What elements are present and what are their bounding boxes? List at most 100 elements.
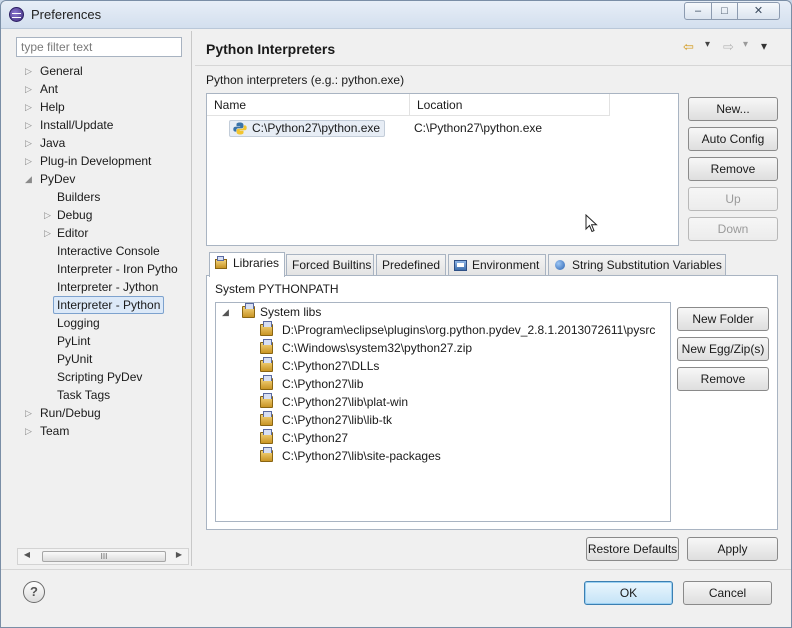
library-path-label: C:\Python27\lib\site-packages bbox=[282, 449, 441, 463]
collapse-icon[interactable]: ◢ bbox=[222, 303, 229, 321]
up-button[interactable]: Up bbox=[688, 187, 778, 211]
expand-icon[interactable]: ▷ bbox=[25, 98, 35, 116]
tree-item[interactable]: Logging bbox=[11, 314, 189, 332]
tree-item[interactable]: ▷ Java bbox=[11, 134, 189, 152]
expand-icon[interactable]: ▷ bbox=[25, 404, 35, 422]
tree-item[interactable]: ▷ Install/Update bbox=[11, 116, 189, 134]
system-pythonpath-label: System PYTHONPATH bbox=[215, 282, 339, 296]
tree-item[interactable]: Interpreter - Python bbox=[11, 296, 189, 314]
tab-string-substitution[interactable]: String Substitution Variables bbox=[548, 254, 726, 276]
tab-predefined[interactable]: Predefined bbox=[376, 254, 446, 276]
expand-icon[interactable]: ▷ bbox=[44, 206, 54, 224]
tree-item-label: Run/Debug bbox=[40, 406, 101, 420]
library-path-label: D:\Program\eclipse\plugins\org.python.py… bbox=[282, 323, 656, 337]
system-libs-tree: ◢ System libs D:\Program\eclipse\plugins… bbox=[215, 302, 671, 522]
new-folder-button[interactable]: New Folder bbox=[677, 307, 769, 331]
tab-libraries[interactable]: Libraries bbox=[209, 252, 285, 277]
tree-item[interactable]: Scripting PyDev bbox=[11, 368, 189, 386]
restore-defaults-button[interactable]: Restore Defaults bbox=[586, 537, 679, 561]
tree-item-label: Debug bbox=[57, 208, 93, 222]
title-separator bbox=[195, 65, 791, 66]
page-navigation: ⇦ ▾ ⇨ ▾ ▾ bbox=[683, 39, 775, 55]
new-egg-zip-button[interactable]: New Egg/Zip(s) bbox=[677, 337, 769, 361]
cancel-button[interactable]: Cancel bbox=[683, 581, 772, 605]
tree-item[interactable]: ▷ Plug-in Development bbox=[11, 152, 189, 170]
interpreter-row-name[interactable]: C:\Python27\python.exe bbox=[229, 120, 386, 137]
library-path-label: C:\Python27 bbox=[282, 431, 349, 445]
expand-icon[interactable]: ▷ bbox=[25, 80, 35, 98]
tree-item-label: Install/Update bbox=[40, 118, 114, 132]
tree-item[interactable]: Interpreter - Iron Pytho bbox=[11, 260, 189, 278]
python-icon bbox=[233, 122, 247, 135]
close-button[interactable]: ✕ bbox=[737, 2, 780, 20]
library-icon bbox=[242, 303, 255, 318]
forward-arrow-icon: ⇨ bbox=[723, 39, 734, 54]
scrollbar-thumb[interactable]: III bbox=[42, 551, 166, 562]
mouse-pointer-icon bbox=[585, 214, 598, 233]
tree-item[interactable]: ▷ Ant bbox=[11, 80, 189, 98]
view-menu-icon[interactable]: ▾ bbox=[761, 39, 767, 53]
tree-item[interactable]: Task Tags bbox=[11, 386, 189, 404]
expand-icon[interactable]: ▷ bbox=[44, 224, 54, 242]
new-interpreter-button[interactable]: New... bbox=[688, 97, 778, 121]
expand-icon[interactable]: ▷ bbox=[25, 134, 35, 152]
tree-item[interactable]: Interpreter - Jython bbox=[11, 278, 189, 296]
page-title: Python Interpreters bbox=[206, 41, 336, 57]
collapse-icon[interactable]: ◢ bbox=[25, 170, 35, 188]
environment-icon bbox=[454, 259, 468, 271]
tree-item[interactable]: ▷ Team bbox=[11, 422, 189, 440]
apply-button[interactable]: Apply bbox=[687, 537, 778, 561]
tree-item[interactable]: ▷ Debug bbox=[11, 206, 189, 224]
tree-item[interactable]: ▷ General bbox=[11, 62, 189, 80]
tree-item[interactable]: PyLint bbox=[11, 332, 189, 350]
preferences-window: Preferences ‒ □ ✕ ▷ General ▷ Ant ▷ Help ▷ Inst… bbox=[0, 0, 792, 628]
expand-icon[interactable]: ▷ bbox=[25, 422, 35, 440]
down-button[interactable]: Down bbox=[688, 217, 778, 241]
ok-button[interactable]: OK bbox=[584, 581, 673, 605]
library-jar-icon bbox=[260, 375, 273, 390]
tree-item-label: Builders bbox=[57, 190, 101, 204]
tree-item-label: Scripting PyDev bbox=[57, 370, 143, 384]
maximize-button[interactable]: □ bbox=[711, 2, 738, 20]
tree-item[interactable]: Builders bbox=[11, 188, 189, 206]
remove-library-button[interactable]: Remove bbox=[677, 367, 769, 391]
help-icon[interactable]: ? bbox=[23, 581, 45, 603]
tree-item-label: Team bbox=[40, 424, 70, 438]
library-path-label: C:\Python27\lib bbox=[282, 377, 364, 391]
back-arrow-icon[interactable]: ⇦ bbox=[683, 39, 694, 55]
tree-item[interactable]: ◢ PyDev bbox=[11, 170, 189, 188]
panel-divider[interactable] bbox=[191, 31, 192, 566]
tree-item[interactable]: PyUnit bbox=[11, 350, 189, 368]
column-header-location[interactable]: Location bbox=[410, 94, 610, 116]
interpreters-label: Python interpreters (e.g.: python.exe) bbox=[206, 73, 405, 87]
tree-item[interactable]: ▷ Run/Debug bbox=[11, 404, 189, 422]
tree-item-label: Java bbox=[40, 136, 66, 150]
scroll-left-icon[interactable]: ◀ bbox=[21, 550, 33, 559]
title-bar: Preferences ‒ □ ✕ bbox=[1, 1, 791, 29]
tree-item[interactable]: Interactive Console bbox=[11, 242, 189, 260]
tree-item-label: Plug-in Development bbox=[40, 154, 152, 168]
filter-input[interactable] bbox=[16, 37, 182, 57]
auto-config-button[interactable]: Auto Config bbox=[688, 127, 778, 151]
minimize-button[interactable]: ‒ bbox=[684, 2, 712, 20]
tree-item-label: Interpreter - Iron Pytho bbox=[57, 262, 178, 276]
preference-navigation: ▷ General ▷ Ant ▷ Help ▷ Install/Update ▷ Java ▷ Pl… bbox=[11, 34, 189, 569]
column-header-name[interactable]: Name bbox=[207, 94, 410, 116]
remove-interpreter-button[interactable]: Remove bbox=[688, 157, 778, 181]
horizontal-scrollbar[interactable]: ◀ III ▶ bbox=[17, 548, 189, 565]
tree-item-label: Help bbox=[40, 100, 65, 114]
tree-item[interactable]: ▷ Editor bbox=[11, 224, 189, 242]
tab-environment[interactable]: Environment bbox=[448, 254, 546, 276]
tree-item[interactable]: ▷ Help bbox=[11, 98, 189, 116]
tree-item-label: Logging bbox=[57, 316, 100, 330]
expand-icon[interactable]: ▷ bbox=[25, 152, 35, 170]
expand-icon[interactable]: ▷ bbox=[25, 62, 35, 80]
library-jar-icon bbox=[260, 393, 273, 408]
forward-history-chevron-icon: ▾ bbox=[743, 39, 749, 50]
back-history-chevron-icon[interactable]: ▾ bbox=[705, 39, 710, 50]
expand-icon[interactable]: ▷ bbox=[25, 116, 35, 134]
scroll-right-icon[interactable]: ▶ bbox=[173, 550, 185, 559]
tab-forced-builtins[interactable]: Forced Builtins bbox=[286, 254, 374, 276]
interpreter-location[interactable]: C:\Python27\python.exe bbox=[414, 121, 542, 135]
eclipse-icon bbox=[9, 7, 24, 22]
